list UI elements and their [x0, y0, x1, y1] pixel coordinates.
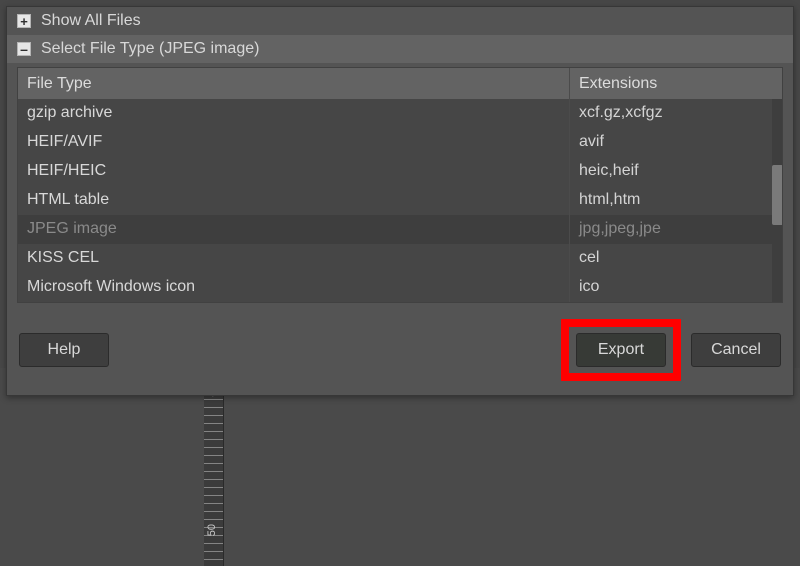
file-type-name: HEIF/AVIF [18, 128, 570, 157]
show-all-files-label: Show All Files [41, 12, 141, 30]
cancel-button[interactable]: Cancel [691, 333, 781, 367]
help-button[interactable]: Help [19, 333, 109, 367]
table-row[interactable]: HEIF/HEICheic,heif [18, 157, 782, 186]
table-row[interactable]: HTML tablehtml,htm [18, 186, 782, 215]
collapse-minus-icon [17, 42, 31, 56]
ruler-mark: 50 [206, 524, 218, 536]
column-header-filetype[interactable]: File Type [18, 68, 570, 99]
file-type-ext: heic,heif [570, 157, 782, 186]
export-button[interactable]: Export [576, 333, 666, 367]
file-type-name: HTML table [18, 186, 570, 215]
table-body: gzip archivexcf.gz,xcfgzHEIF/AVIFavifHEI… [18, 99, 782, 302]
table-row[interactable]: Microsoft Windows iconico [18, 273, 782, 302]
table-header-row: File Type Extensions [18, 68, 782, 99]
file-type-name: gzip archive [18, 99, 570, 128]
file-type-name: JPEG image [18, 215, 570, 244]
table-row[interactable]: KISS CELcel [18, 244, 782, 273]
file-type-ext: ico [570, 273, 782, 302]
dialog-button-row: Help Export Cancel [7, 303, 793, 395]
select-file-type-toggle[interactable]: Select File Type (JPEG image) [7, 35, 793, 63]
file-type-table: File Type Extensions gzip archivexcf.gz,… [17, 67, 783, 303]
scrollbar-vertical[interactable] [772, 99, 782, 302]
table-row[interactable]: gzip archivexcf.gz,xcfgz [18, 99, 782, 128]
column-header-extensions[interactable]: Extensions [570, 68, 782, 99]
file-type-ext: jpg,jpeg,jpe [570, 215, 782, 244]
file-type-ext: xcf.gz,xcfgz [570, 99, 782, 128]
expand-plus-icon [17, 14, 31, 28]
scroll-thumb[interactable] [772, 165, 782, 225]
show-all-files-toggle[interactable]: Show All Files [7, 7, 793, 35]
file-type-name: Microsoft Windows icon [18, 273, 570, 302]
file-type-ext: cel [570, 244, 782, 273]
table-row[interactable]: HEIF/AVIFavif [18, 128, 782, 157]
export-dialog: Show All Files Select File Type (JPEG im… [6, 6, 794, 396]
tutorial-highlight: Export [561, 319, 681, 381]
file-type-ext: avif [570, 128, 782, 157]
ruler-ticks [204, 368, 223, 566]
file-type-ext: html,htm [570, 186, 782, 215]
file-type-name: KISS CEL [18, 244, 570, 273]
table-row[interactable]: JPEG imagejpg,jpeg,jpe [18, 215, 782, 244]
select-file-type-label: Select File Type (JPEG image) [41, 40, 259, 58]
file-type-name: HEIF/HEIC [18, 157, 570, 186]
canvas-area: 4000 50 [0, 368, 800, 566]
vertical-ruler: 4000 50 [204, 368, 224, 566]
